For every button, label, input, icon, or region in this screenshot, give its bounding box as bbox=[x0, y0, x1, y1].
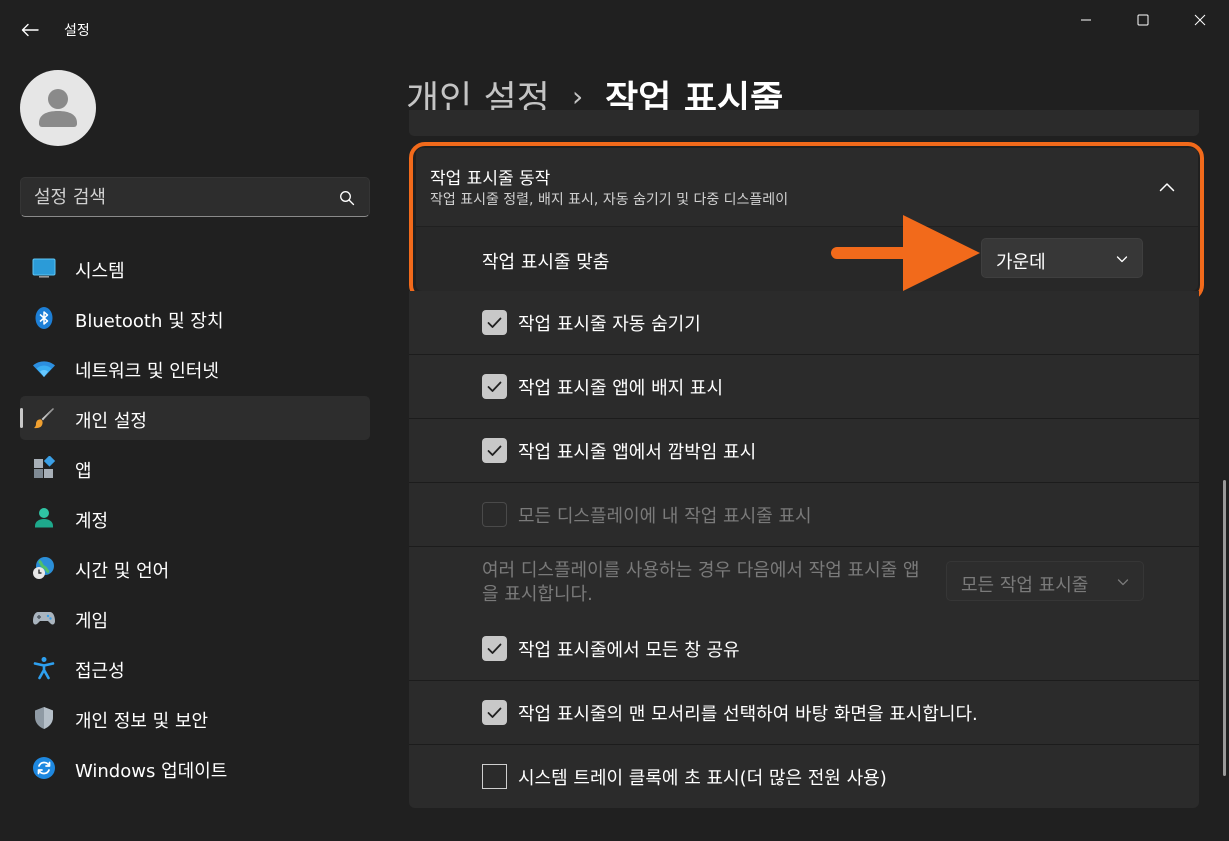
option-row-auto-hide[interactable]: 작업 표시줄 자동 숨기기 bbox=[409, 291, 1199, 354]
sidebar-item-label: 네트워크 및 인터넷 bbox=[75, 361, 219, 382]
checkmark-icon bbox=[487, 643, 502, 654]
multi-display-label: 여러 디스플레이를 사용하는 경우 다음에서 작업 표시줄 앱을 표시합니다. bbox=[482, 560, 920, 605]
annotation-arrow-icon bbox=[831, 215, 980, 291]
minimize-button[interactable] bbox=[1057, 0, 1115, 40]
sidebar-item-privacy[interactable]: 개인 정보 및 보안 bbox=[20, 696, 370, 740]
accessibility-icon bbox=[33, 657, 55, 680]
sidebar-item-apps[interactable]: 앱 bbox=[20, 446, 370, 490]
option-label: 모든 디스플레이에 내 작업 표시줄 표시 bbox=[518, 506, 812, 527]
globe-clock-icon bbox=[33, 557, 54, 579]
selection-indicator bbox=[20, 408, 23, 428]
maximize-button[interactable] bbox=[1114, 0, 1172, 40]
checkmark-icon bbox=[487, 445, 502, 456]
sidebar-item-gaming[interactable]: 게임 bbox=[20, 596, 370, 640]
option-row-share-windows[interactable]: 작업 표시줄에서 모든 창 공유 bbox=[409, 617, 1199, 680]
update-icon bbox=[33, 757, 55, 779]
breadcrumb-separator: › bbox=[571, 79, 584, 113]
title-bar: 설정 bbox=[0, 0, 1229, 60]
apps-icon bbox=[34, 456, 56, 478]
monitor-icon bbox=[32, 258, 56, 278]
bluetooth-icon bbox=[35, 307, 53, 329]
checkmark-icon bbox=[487, 707, 502, 718]
checkbox-disabled bbox=[482, 502, 507, 527]
gamepad-icon bbox=[33, 612, 55, 625]
checkbox-checked[interactable] bbox=[482, 700, 507, 725]
minimize-icon bbox=[1081, 19, 1091, 21]
option-row-flashing[interactable]: 작업 표시줄 앱에서 깜박임 표시 bbox=[409, 419, 1199, 482]
option-row-all-displays: 모든 디스플레이에 내 작업 표시줄 표시 bbox=[409, 483, 1199, 546]
paintbrush-icon bbox=[34, 408, 54, 429]
sidebar-item-time-language[interactable]: 시간 및 언어 bbox=[20, 546, 370, 590]
sidebar-item-label: 개인 정보 및 보안 bbox=[75, 711, 209, 732]
settings-search[interactable] bbox=[20, 177, 370, 217]
option-label: 작업 표시줄의 맨 모서리를 선택하여 바탕 화면을 표시합니다. bbox=[518, 704, 978, 725]
previous-section-card bbox=[409, 110, 1199, 136]
wifi-icon bbox=[33, 361, 55, 377]
person-icon bbox=[39, 89, 77, 127]
sidebar-item-accounts[interactable]: 계정 bbox=[20, 496, 370, 540]
maximize-icon bbox=[1137, 14, 1149, 26]
option-row-badges[interactable]: 작업 표시줄 앱에 배지 표시 bbox=[409, 355, 1199, 418]
checkbox-checked[interactable] bbox=[482, 374, 507, 399]
sidebar-item-label: Bluetooth 및 장치 bbox=[75, 311, 224, 332]
search-icon[interactable] bbox=[339, 190, 355, 206]
close-icon bbox=[1194, 14, 1206, 26]
option-label: 작업 표시줄 자동 숨기기 bbox=[518, 314, 701, 335]
sidebar-item-label: 시간 및 언어 bbox=[75, 561, 170, 582]
checkmark-icon bbox=[487, 317, 502, 328]
checkmark-icon bbox=[487, 381, 502, 392]
shield-icon bbox=[35, 707, 53, 729]
search-input[interactable] bbox=[34, 178, 334, 216]
sidebar-item-label: 앱 bbox=[75, 461, 92, 482]
option-label: 작업 표시줄 앱에서 깜박임 표시 bbox=[518, 442, 757, 463]
checkbox-checked[interactable] bbox=[482, 438, 507, 463]
checkbox-checked[interactable] bbox=[482, 636, 507, 661]
sidebar-item-network[interactable]: 네트워크 및 인터넷 bbox=[20, 346, 370, 390]
user-avatar[interactable] bbox=[20, 70, 96, 146]
back-button[interactable] bbox=[14, 16, 46, 44]
scrollbar-thumb[interactable] bbox=[1223, 480, 1226, 776]
sidebar-item-personalization[interactable]: 개인 설정 bbox=[20, 396, 370, 440]
sidebar-item-bluetooth[interactable]: Bluetooth 및 장치 bbox=[20, 296, 370, 340]
option-label: 작업 표시줄에서 모든 창 공유 bbox=[518, 640, 740, 661]
back-arrow-icon bbox=[21, 23, 39, 37]
checkbox-checked[interactable] bbox=[482, 310, 507, 335]
option-row-show-desktop-corner[interactable]: 작업 표시줄의 맨 모서리를 선택하여 바탕 화면을 표시합니다. bbox=[409, 681, 1199, 744]
sidebar-item-accessibility[interactable]: 접근성 bbox=[20, 646, 370, 690]
multi-display-dropdown: 모든 작업 표시줄 bbox=[946, 561, 1144, 601]
sidebar-item-windows-update[interactable]: Windows 업데이트 bbox=[20, 746, 370, 790]
close-button[interactable] bbox=[1171, 0, 1229, 40]
chevron-down-icon bbox=[1117, 579, 1129, 586]
annotation-highlight-box bbox=[409, 142, 1204, 301]
account-icon bbox=[35, 508, 53, 528]
app-title: 설정 bbox=[64, 23, 90, 39]
sidebar-item-label: Windows 업데이트 bbox=[75, 761, 228, 782]
dropdown-selected-value: 모든 작업 표시줄 bbox=[961, 575, 1089, 596]
checkbox-unchecked[interactable] bbox=[482, 764, 507, 789]
sidebar-item-label: 게임 bbox=[75, 611, 109, 632]
sidebar-item-label: 접근성 bbox=[75, 661, 125, 682]
sidebar-item-label: 시스템 bbox=[75, 261, 125, 282]
option-label: 작업 표시줄 앱에 배지 표시 bbox=[518, 378, 724, 399]
option-label: 시스템 트레이 클록에 초 표시(더 많은 전원 사용) bbox=[518, 768, 887, 789]
sidebar-item-system[interactable]: 시스템 bbox=[20, 246, 370, 290]
option-row-clock-seconds[interactable]: 시스템 트레이 클록에 초 표시(더 많은 전원 사용) bbox=[409, 745, 1199, 808]
sidebar-item-label: 계정 bbox=[75, 511, 109, 532]
sidebar-item-label: 개인 설정 bbox=[75, 411, 147, 432]
